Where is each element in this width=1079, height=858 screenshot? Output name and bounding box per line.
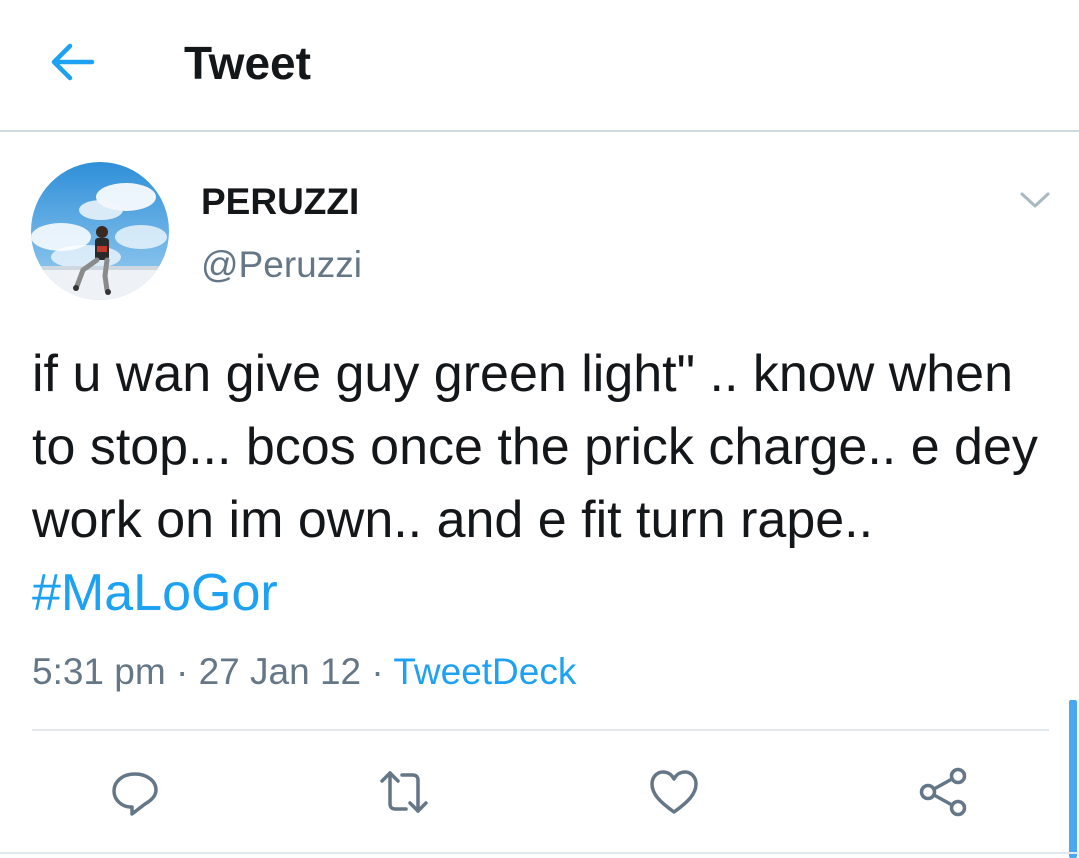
- tweet-body: if u wan give guy green light" .. know w…: [32, 345, 1038, 549]
- retweet-icon[interactable]: [376, 764, 432, 820]
- share-icon[interactable]: [915, 764, 971, 820]
- avatar-image: [31, 162, 169, 300]
- author-handle[interactable]: @Peruzzi: [201, 243, 362, 287]
- divider: [32, 729, 1049, 731]
- author-display-name[interactable]: PERUZZI: [201, 180, 359, 224]
- heart-icon[interactable]: [646, 764, 702, 820]
- top-bar: Tweet: [0, 0, 1079, 132]
- meta-separator: ·: [165, 651, 199, 692]
- meta-separator: ·: [361, 651, 394, 692]
- tweet-date[interactable]: 27 Jan 12: [199, 651, 362, 692]
- scrollbar[interactable]: [1069, 700, 1077, 858]
- avatar[interactable]: [31, 162, 169, 300]
- arrow-left-icon[interactable]: [48, 40, 96, 84]
- tweet-meta: 5:31 pm · 27 Jan 12 · TweetDeck: [32, 650, 576, 694]
- tweet-text: if u wan give guy green light" .. know w…: [32, 338, 1052, 630]
- tweet-source-link[interactable]: TweetDeck: [393, 651, 576, 692]
- hashtag-link[interactable]: #MaLoGor: [32, 564, 278, 622]
- reply-icon[interactable]: [107, 764, 163, 820]
- page-title: Tweet: [184, 37, 311, 89]
- chevron-down-icon[interactable]: [1018, 188, 1052, 212]
- bottom-divider: [0, 852, 1079, 854]
- tweet-time[interactable]: 5:31 pm: [32, 651, 166, 692]
